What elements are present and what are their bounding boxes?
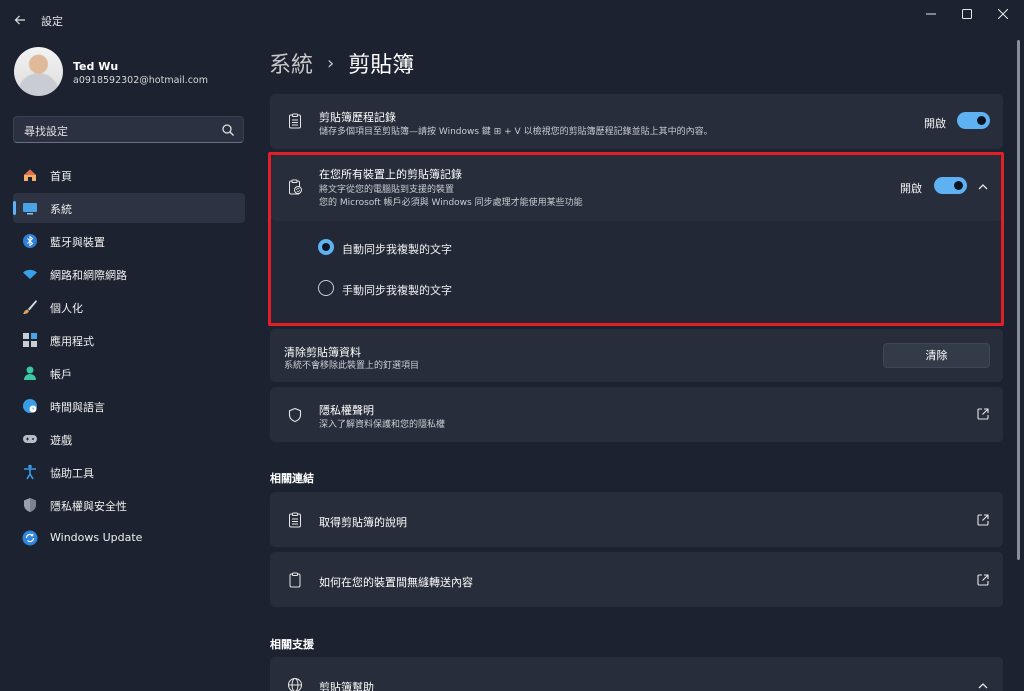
breadcrumb-separator: › <box>327 52 335 74</box>
sidebar-item-time-language[interactable]: 時間與語言 <box>13 391 245 421</box>
account-icon <box>24 366 36 380</box>
sidebar-item-label: 遊戲 <box>50 434 72 447</box>
accessibility-icon <box>24 464 36 480</box>
wifi-icon <box>23 269 37 279</box>
clipboard-history-toggle[interactable] <box>957 112 990 129</box>
update-icon <box>22 530 38 546</box>
sidebar-item-accounts[interactable]: 帳戶 <box>13 358 245 388</box>
minimize-icon <box>926 13 936 15</box>
apps-icon <box>23 333 37 347</box>
privacy-statement-subtitle: 深入了解資料保護和您的隱私權 <box>319 420 446 430</box>
sidebar-item-label: 應用程式 <box>50 335 94 348</box>
search-box[interactable]: 尋找設定 <box>13 116 244 143</box>
sidebar-item-label: 協助工具 <box>50 467 94 480</box>
related-support-heading: 相關支援 <box>270 638 314 651</box>
clear-button[interactable]: 清除 <box>883 343 990 368</box>
clipboard-icon <box>289 572 301 588</box>
page-title: 剪貼簿 <box>348 53 415 78</box>
user-email: a0918592302@hotmail.com <box>73 75 208 86</box>
close-icon <box>998 9 1008 19</box>
minimize-button[interactable] <box>913 0 949 28</box>
sidebar-item-label: 時間與語言 <box>50 401 105 414</box>
home-icon <box>24 169 36 181</box>
sidebar-item-apps[interactable]: 應用程式 <box>13 325 245 355</box>
close-button[interactable] <box>985 0 1021 28</box>
title-bar: 設定 <box>0 0 1024 40</box>
privacy-statement-card[interactable]: 隱私權聲明 深入了解資料保護和您的隱私權 <box>270 387 1003 442</box>
sidebar-item-label: 系統 <box>50 203 72 216</box>
clipboard-history-subtitle: 儲存多個項目至剪貼簿—請按 Windows 鍵 ⊞ + V 以檢視您的剪貼簿歷程… <box>319 127 713 137</box>
sidebar-item-label: 帳戶 <box>50 368 72 381</box>
sidebar-item-personalization[interactable]: 個人化 <box>13 292 245 322</box>
external-link-icon <box>977 408 989 420</box>
clipboard-history-card: 剪貼簿歷程記錄 儲存多個項目至剪貼簿—請按 Windows 鍵 ⊞ + V 以檢… <box>270 94 1003 149</box>
related-links-heading: 相關連結 <box>270 472 314 485</box>
highlight-box <box>268 152 1004 326</box>
clear-clipboard-subtitle: 系統不會移除此裝置上的釘選項目 <box>284 361 420 371</box>
search-icon[interactable] <box>221 123 235 137</box>
brush-icon <box>23 300 37 314</box>
back-arrow-icon <box>14 15 25 25</box>
app-title: 設定 <box>41 15 63 28</box>
gamepad-icon <box>23 435 37 443</box>
sidebar-item-bluetooth[interactable]: 藍牙與裝置 <box>13 226 245 256</box>
avatar[interactable] <box>14 47 63 96</box>
sidebar-item-label: Windows Update <box>50 531 143 544</box>
privacy-statement-title: 隱私權聲明 <box>319 404 374 417</box>
sidebar-nav: 首頁 系統 藍牙與裝置 網路和網際網路 個人化 應用程式 帳戶 時間與語言 遊戲… <box>13 160 245 556</box>
shield-outline-icon <box>288 407 302 423</box>
sidebar-item-accessibility[interactable]: 協助工具 <box>13 457 245 487</box>
breadcrumb-parent[interactable]: 系統 <box>269 47 313 79</box>
user-name: Ted Wu <box>73 60 119 73</box>
clipboard-help-link[interactable]: 取得剪貼簿的說明 <box>270 492 1003 547</box>
clipboard-history-toggle-label: 開啟 <box>924 117 946 130</box>
chevron-up-icon[interactable] <box>977 680 989 691</box>
clipboard-list-icon <box>289 512 301 528</box>
shield-icon <box>24 498 36 512</box>
sidebar-item-label: 藍牙與裝置 <box>50 236 105 249</box>
external-link-icon <box>977 514 989 526</box>
sidebar-item-windows-update[interactable]: Windows Update <box>13 523 245 553</box>
back-button[interactable] <box>9 9 31 31</box>
external-link-icon <box>977 574 989 586</box>
sidebar-item-home[interactable]: 首頁 <box>13 160 245 190</box>
globe-icon <box>288 678 302 691</box>
clipboard-list-icon <box>289 113 301 129</box>
search-input[interactable]: 尋找設定 <box>24 123 68 139</box>
clipboard-help-label: 取得剪貼簿的說明 <box>319 516 407 529</box>
scrollbar[interactable] <box>1017 40 1020 560</box>
transfer-content-link[interactable]: 如何在您的裝置間無縫轉送內容 <box>270 552 1003 607</box>
sidebar-item-privacy-security[interactable]: 隱私權與安全性 <box>13 490 245 520</box>
bluetooth-icon <box>23 234 37 248</box>
transfer-content-label: 如何在您的裝置間無縫轉送內容 <box>319 576 473 589</box>
sidebar-item-gaming[interactable]: 遊戲 <box>13 424 245 454</box>
globe-clock-icon <box>23 399 37 413</box>
sidebar-item-label: 網路和網際網路 <box>50 269 127 282</box>
sidebar-item-label: 隱私權與安全性 <box>50 500 127 513</box>
sidebar-item-label: 首頁 <box>50 170 72 183</box>
clipboard-history-title: 剪貼簿歷程記錄 <box>319 111 396 124</box>
clipboard-support-label: 剪貼簿幫助 <box>319 681 374 691</box>
clipboard-support-card[interactable]: 剪貼簿幫助 <box>270 657 1003 691</box>
sidebar-item-network[interactable]: 網路和網際網路 <box>13 259 245 289</box>
maximize-icon <box>962 9 972 19</box>
sidebar-item-system[interactable]: 系統 <box>13 193 245 223</box>
system-icon <box>23 203 37 215</box>
sidebar-item-label: 個人化 <box>50 302 83 315</box>
breadcrumb: 系統 › 剪貼簿 <box>269 47 414 79</box>
maximize-button[interactable] <box>949 0 985 28</box>
